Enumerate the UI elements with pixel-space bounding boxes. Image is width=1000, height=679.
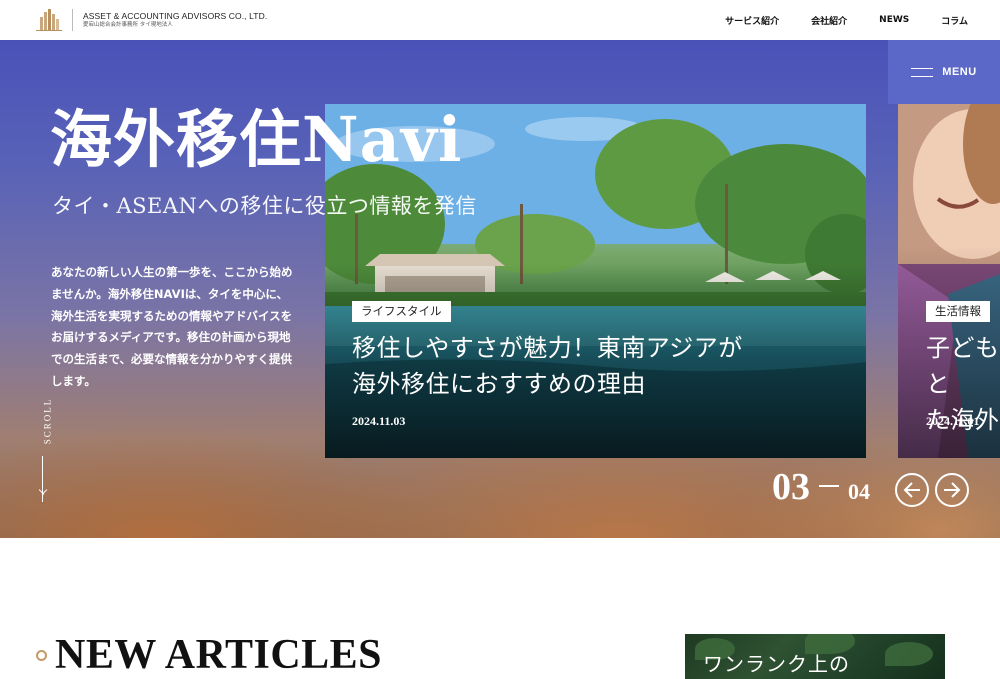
menu-button[interactable]: MENU [888, 40, 1000, 104]
scroll-indicator[interactable]: SCROLL [36, 394, 53, 506]
slide-title-line-1: 移住しやすさが魅力！東南アジアが [352, 334, 743, 362]
nav-item-services[interactable]: サービス紹介 [725, 14, 779, 27]
menu-label: MENU [942, 66, 977, 78]
site-header: ASSET & ACCOUNTING ADVISORS CO., LTD. 愛宕… [0, 0, 1000, 40]
nav-item-column[interactable]: コラム [941, 14, 968, 27]
category-tag[interactable]: ライフスタイル [352, 301, 451, 323]
slide-date: 2024.11.01 [926, 414, 980, 428]
scroll-line [42, 456, 43, 502]
slide-counter-total: 04 [848, 479, 870, 504]
slide-counter-current: 03 [772, 466, 810, 508]
slide-title-line-1: 子どもと [926, 334, 1000, 398]
company-name-en: ASSET & ACCOUNTING ADVISORS CO., LTD. [83, 10, 268, 21]
main-nav: サービス紹介 会社紹介 NEWS コラム [693, 0, 968, 40]
slide-counter: 03 04 [772, 465, 870, 509]
hero-section: ライフスタイル 移住しやすさが魅力！東南アジアが 海外移住におすすめの理由 20… [0, 40, 1000, 538]
company-name-jp: 愛宕山総合会計事務所 タイ現地法人 [83, 22, 173, 28]
slide-title: 移住しやすさが魅力！東南アジアが 海外移住におすすめの理由 [352, 330, 743, 402]
arrow-left-circle-icon [903, 482, 920, 498]
nav-item-company[interactable]: 会社紹介 [811, 14, 847, 27]
slide-title-line-2: 海外移住におすすめの理由 [352, 370, 646, 398]
circle-bullet-icon [36, 649, 47, 661]
logo-divider [72, 9, 73, 31]
section-title: NEW ARTICLES [55, 632, 383, 678]
next-slide-button[interactable] [935, 473, 969, 507]
hero-subtitle: タイ・ASEANへの移住に役立つ情報を発信 [52, 194, 477, 218]
new-articles-heading: NEW ARTICLES [36, 630, 382, 679]
hero-title: 海外移住Navi [50, 103, 463, 176]
leaf-decoration [885, 642, 933, 666]
hero-description: あなたの新しい人生の第一歩を、ここから始めませんか。海外移住NAVIは、タイを中… [51, 265, 293, 388]
scroll-label: SCROLL [42, 397, 53, 445]
promo-banner[interactable]: ワンランク上の [685, 634, 945, 679]
slide-counter-separator [819, 485, 839, 487]
company-logo[interactable]: ASSET & ACCOUNTING ADVISORS CO., LTD. 愛宕… [34, 9, 267, 31]
slide-card-next[interactable]: 生活情報 子どもと た海外 2024.11.01 [898, 104, 1000, 458]
slide-date: 2024.11.03 [352, 414, 406, 428]
hamburger-icon [911, 67, 934, 77]
category-tag[interactable]: 生活情報 [926, 301, 990, 323]
building-logo-icon [34, 9, 64, 31]
nav-item-news[interactable]: NEWS [879, 15, 909, 25]
arrow-right-circle-icon [944, 482, 961, 498]
promo-text: ワンランク上の [703, 652, 850, 676]
prev-slide-button[interactable] [895, 473, 929, 507]
